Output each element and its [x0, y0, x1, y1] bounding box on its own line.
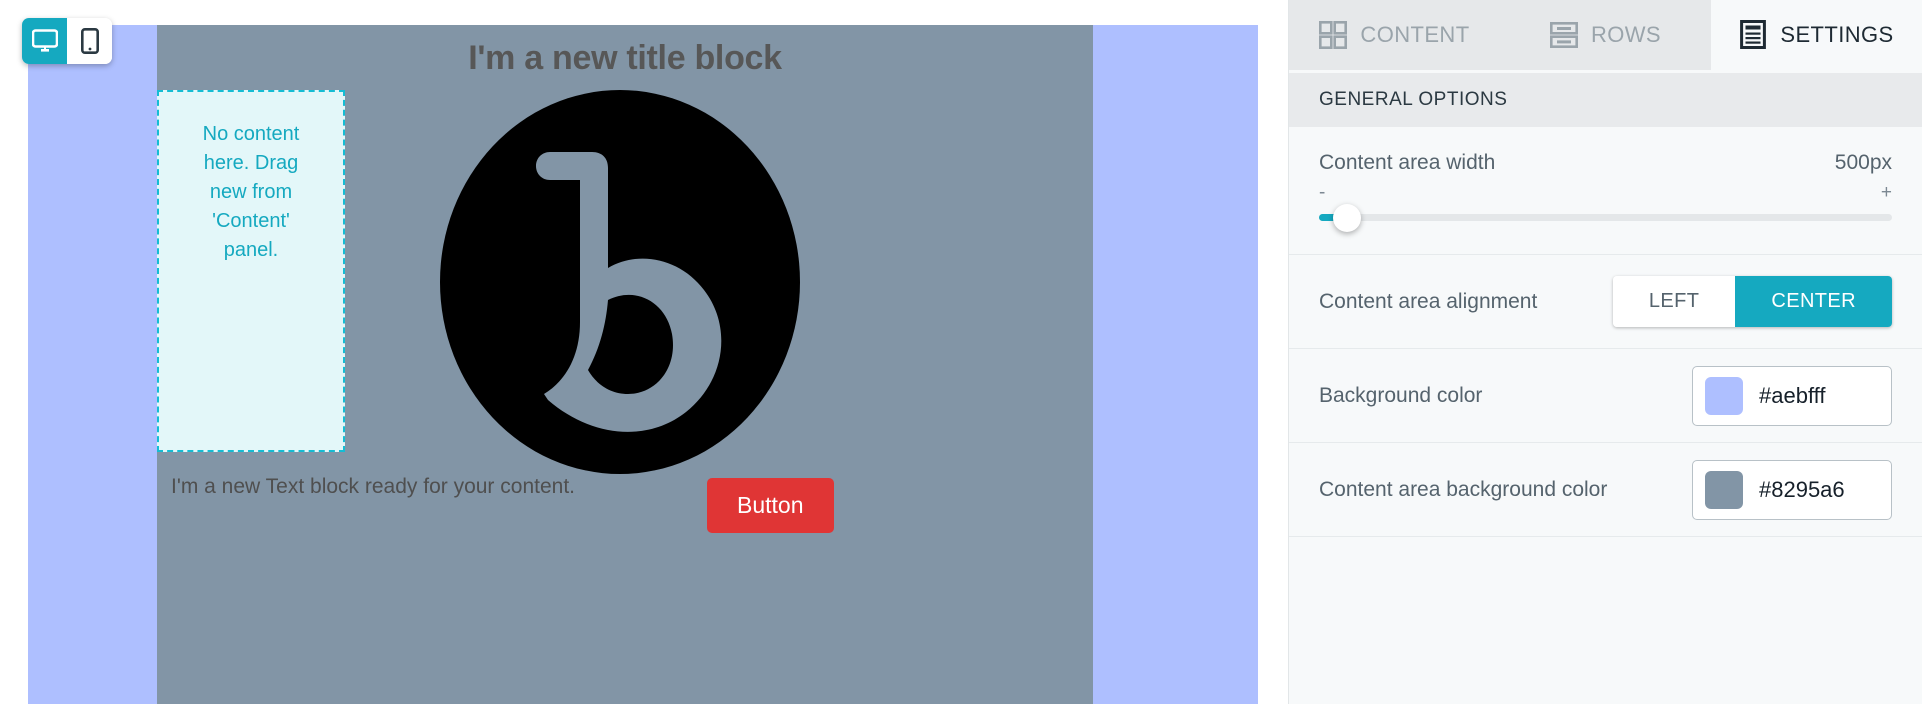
content-area-width-value: 500px: [1834, 151, 1892, 174]
content-area-background-color-label: Content area background color: [1319, 477, 1608, 501]
alignment-option-center[interactable]: CENTER: [1735, 276, 1892, 327]
rows-icon: [1549, 21, 1578, 49]
content-area-width-stepper: - +: [1319, 183, 1892, 202]
settings-document-icon: [1739, 20, 1767, 50]
increase-width-button[interactable]: +: [1881, 183, 1892, 202]
desktop-view-button[interactable]: [22, 18, 67, 64]
slider-track[interactable]: [1319, 214, 1892, 221]
content-area-alignment-segmented-control: LEFT CENTER: [1612, 276, 1892, 327]
editor-canvas-pane: I'm a new title block No content here. D…: [0, 0, 1288, 704]
tab-content[interactable]: CONTENT: [1289, 0, 1500, 70]
row-content-area-background-color: Content area background color #8295a6: [1289, 443, 1922, 537]
mobile-view-button[interactable]: [67, 18, 112, 64]
tab-settings-label: SETTINGS: [1780, 22, 1894, 47]
tab-content-label: CONTENT: [1360, 22, 1470, 47]
logo-image[interactable]: [440, 90, 800, 475]
content-area-background-color-hex: #8295a6: [1759, 476, 1845, 502]
slider-thumb[interactable]: [1333, 204, 1361, 232]
cta-button[interactable]: Button: [707, 478, 834, 533]
dropzone-hint-text: No content here. Drag new from 'Content'…: [202, 123, 300, 261]
device-view-toggle[interactable]: [22, 18, 112, 64]
empty-content-dropzone[interactable]: No content here. Drag new from 'Content'…: [157, 90, 345, 452]
content-area-width-slider[interactable]: [1319, 204, 1892, 232]
background-color-picker[interactable]: #aebfff: [1692, 365, 1892, 426]
background-color-hex: #aebfff: [1759, 382, 1826, 408]
content-area-background-color-swatch: [1705, 470, 1743, 509]
text-block[interactable]: I'm a new Text block ready for your cont…: [171, 475, 575, 499]
background-color-label: Background color: [1319, 383, 1483, 407]
settings-panel: CONTENT ROWS SETTINGS GENERAL OPTIONS Co…: [1288, 0, 1922, 704]
content-area[interactable]: I'm a new title block No content here. D…: [157, 25, 1093, 704]
desktop-monitor-icon: [31, 29, 58, 53]
panel-tab-bar: CONTENT ROWS SETTINGS: [1289, 0, 1922, 70]
alignment-option-left[interactable]: LEFT: [1612, 276, 1736, 327]
content-area-background-color-picker[interactable]: #8295a6: [1692, 459, 1892, 520]
content-area-width-header: Content area width 500px: [1319, 151, 1892, 175]
content-area-alignment-label: Content area alignment: [1319, 289, 1538, 313]
grid-icon: [1319, 21, 1348, 49]
title-block[interactable]: I'm a new title block: [157, 39, 1093, 78]
row-background-color: Background color #aebfff: [1289, 349, 1922, 443]
tab-rows[interactable]: ROWS: [1500, 0, 1711, 70]
email-builder-app: I'm a new title block No content here. D…: [0, 0, 1922, 704]
row-content-area-alignment: Content area alignment LEFT CENTER: [1289, 255, 1922, 349]
tab-settings[interactable]: SETTINGS: [1711, 0, 1922, 70]
background-color-swatch: [1705, 376, 1743, 415]
mobile-phone-icon: [80, 28, 99, 54]
content-area-width-label: Content area width: [1319, 151, 1496, 174]
tab-rows-label: ROWS: [1590, 22, 1662, 47]
row-content-area-width: Content area width 500px - +: [1289, 127, 1922, 255]
decrease-width-button[interactable]: -: [1319, 183, 1325, 202]
section-header-general-options: GENERAL OPTIONS: [1289, 73, 1922, 127]
